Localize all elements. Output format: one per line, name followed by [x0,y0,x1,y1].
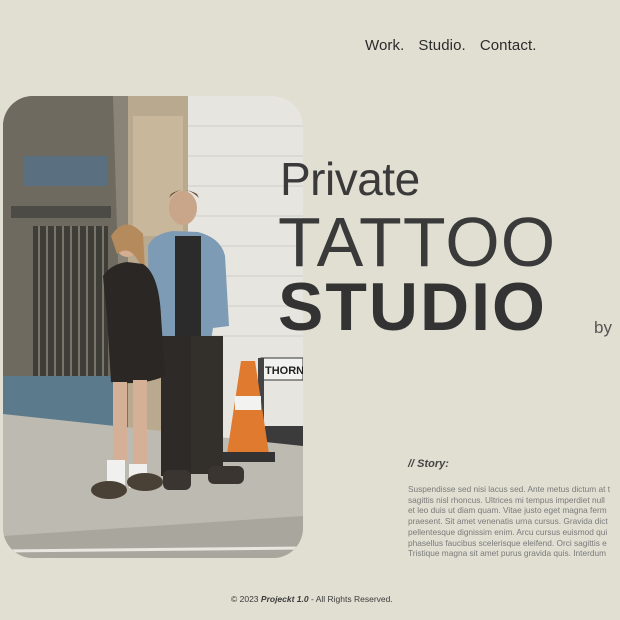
footer-brand[interactable]: Projeckt 1.0 [261,594,309,604]
hero-photo: THORN [3,96,303,558]
story-line: Tristique magna sit amet purus gravida q… [408,548,606,559]
story-line: praesent. Sit amet venenatis urna cursus… [408,516,608,527]
story-line: sagittis nisl rhoncus. Ultrices mi tempu… [408,494,605,505]
hero-title-private: Private [280,153,420,205]
footer-suffix: - All Rights Reserved. [308,594,393,604]
hero-byline: by [594,318,612,337]
story-section: // Story: Suspendisse sed nisi lacus sed… [408,458,620,559]
story-line: et leo duis ut diam quam. Vitae justo eg… [408,505,607,516]
footer-prefix: © 2023 [231,594,261,604]
hero-title-studio: STUDIO [278,269,547,345]
nav-link-work[interactable]: Work. [365,37,404,54]
story-line: pellentesque dignissim enim. Arcu cursus… [408,526,608,537]
nav-link-studio[interactable]: Studio. [418,37,465,54]
story-heading: // Story: [408,458,449,470]
story-line: phasellus faucibus scelerisque eleifend.… [408,537,607,548]
story-line: Suspendisse sed nisi lacus sed. Ante met… [408,484,610,494]
nav-link-contact[interactable]: Contact. [480,37,537,54]
photo-couple-street-image: THORN [3,96,303,558]
main-nav: Work. Studio. Contact. [365,37,536,54]
svg-text:THORN: THORN [265,365,303,377]
footer: © 2023 Projeckt 1.0 - All Rights Reserve… [231,594,393,604]
